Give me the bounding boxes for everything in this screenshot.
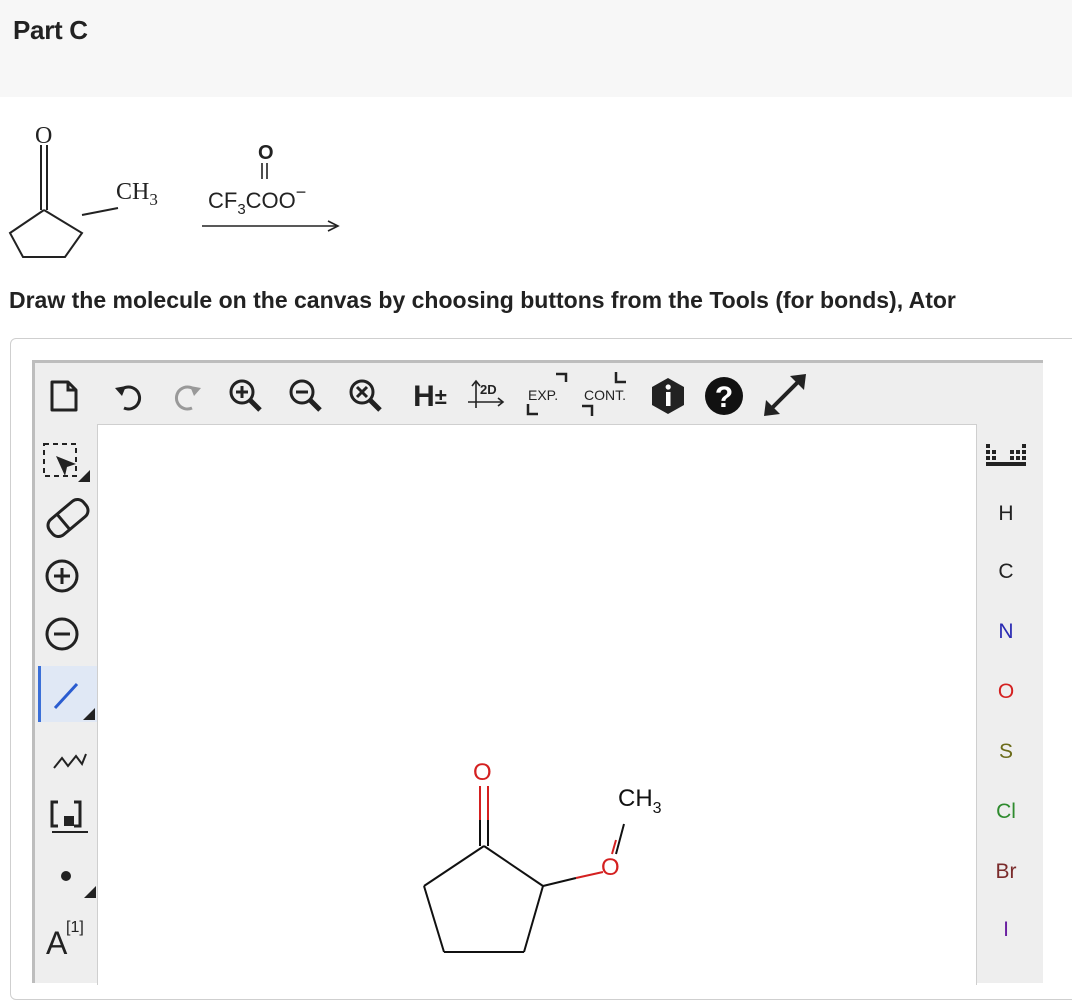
help-icon: ?	[705, 377, 743, 415]
atom-button-cl[interactable]: Cl	[986, 792, 1026, 832]
hydrogen-toggle-button[interactable]: H ±	[404, 377, 456, 417]
part-header	[0, 0, 1072, 97]
plus-circle-icon	[45, 559, 79, 593]
contract-icon: CONT.	[582, 372, 626, 416]
reactant-ch-sub: 3	[149, 190, 158, 209]
ether-oxygen-label: O	[601, 854, 620, 881]
reagent-charge: −	[296, 182, 307, 202]
atom-label-letter: A	[46, 925, 68, 960]
redo-button[interactable]	[166, 378, 206, 418]
chain-icon	[53, 753, 87, 769]
new-document-button[interactable]	[44, 376, 84, 416]
radical-dot-icon	[61, 871, 96, 898]
atom-h-label: H	[998, 502, 1014, 525]
reagent-cf: CF	[208, 188, 237, 213]
reactant-carbonyl-o: O	[35, 123, 52, 149]
zoom-in-button[interactable]	[224, 374, 268, 418]
instruction-text: Draw the molecule on the canvas by choos…	[9, 287, 956, 313]
single-bond-icon	[53, 682, 95, 720]
methyl-label: CH	[618, 785, 653, 812]
zoom-in-icon	[229, 379, 262, 412]
expand-button[interactable]: EXP.	[524, 370, 572, 420]
zoom-out-button[interactable]	[284, 374, 328, 418]
reagent-carbonyl-o: O	[258, 142, 274, 164]
atom-i-label: I	[1003, 918, 1009, 941]
expand-icon: EXP.	[526, 372, 568, 416]
bracket-icon	[50, 800, 88, 833]
contract-label: CONT.	[584, 387, 626, 403]
chain-tool-button[interactable]	[44, 736, 94, 780]
contract-button[interactable]: CONT.	[580, 370, 636, 420]
eraser-icon	[46, 497, 90, 539]
clean-2d-button[interactable]: 2D	[466, 374, 510, 418]
undo-icon	[115, 385, 142, 411]
atom-label-index: [1]	[66, 919, 84, 936]
atom-o-label: O	[997, 680, 1015, 703]
info-button[interactable]	[648, 376, 688, 416]
expand-label: EXP.	[528, 387, 558, 403]
atom-n-label: N	[998, 620, 1014, 643]
clean-2d-label: 2D	[480, 382, 497, 397]
negative-charge-button[interactable]	[42, 614, 82, 654]
atom-button-n[interactable]: N	[986, 612, 1026, 652]
eraser-tool-button[interactable]	[42, 496, 96, 540]
new-document-icon	[50, 380, 78, 412]
svg-text:CH3: CH3	[116, 179, 158, 209]
reagent-cf-sub: 3	[237, 201, 245, 218]
reaction-scheme: O CH3 O CF3COO−	[8, 123, 340, 258]
radical-tool-button[interactable]	[44, 856, 98, 900]
atom-c-label: C	[998, 560, 1014, 583]
reactant-ring	[8, 145, 119, 258]
clean-2d-icon: 2D	[468, 379, 505, 408]
periodic-table-button[interactable]	[984, 438, 1028, 474]
lasso-select-icon	[43, 443, 90, 482]
info-icon	[652, 378, 684, 414]
atom-button-i[interactable]: I	[986, 910, 1026, 950]
help-button[interactable]: ?	[702, 374, 746, 418]
select-tool-button[interactable]	[40, 440, 94, 484]
atom-label-tool-button[interactable]: A [1]	[42, 910, 94, 960]
atom-cl-label: Cl	[996, 800, 1016, 823]
fullscreen-icon	[764, 374, 806, 416]
zoom-reset-button[interactable]	[344, 374, 388, 418]
canvas-molecule[interactable]: O O CH3	[400, 750, 720, 986]
single-bond-tool-selected[interactable]	[38, 666, 97, 722]
svg-text:CH3: CH3	[618, 785, 662, 817]
redo-icon	[174, 385, 201, 411]
svg-text:CF3COO−: CF3COO−	[208, 182, 306, 218]
atom-button-br[interactable]: Br	[986, 852, 1026, 892]
atom-button-c[interactable]: C	[986, 552, 1026, 592]
hydrogen-label: H	[413, 380, 435, 413]
atom-button-o[interactable]: O	[986, 672, 1026, 712]
svg-text:?: ?	[715, 381, 733, 414]
atom-s-label: S	[998, 740, 1013, 763]
minus-circle-icon	[45, 617, 79, 651]
fullscreen-button[interactable]	[760, 370, 810, 420]
zoom-out-icon	[289, 379, 322, 412]
undo-button[interactable]	[110, 378, 150, 418]
reagent-coo: COO	[246, 188, 296, 213]
part-title: Part C	[13, 15, 88, 45]
atom-label-icon: A [1]	[46, 919, 84, 960]
positive-charge-button[interactable]	[42, 556, 82, 596]
methyl-sub: 3	[653, 800, 662, 817]
atom-button-h[interactable]: H	[986, 494, 1026, 534]
atom-button-s[interactable]: S	[986, 732, 1026, 772]
hydrogen-pm: ±	[434, 384, 447, 409]
carbonyl-oxygen-label: O	[473, 759, 492, 786]
template-tool-button[interactable]	[44, 792, 94, 836]
atom-br-label: Br	[995, 860, 1017, 883]
zoom-reset-icon	[349, 379, 382, 412]
reactant-ch: CH	[116, 179, 149, 205]
periodic-table-icon	[986, 444, 1026, 466]
